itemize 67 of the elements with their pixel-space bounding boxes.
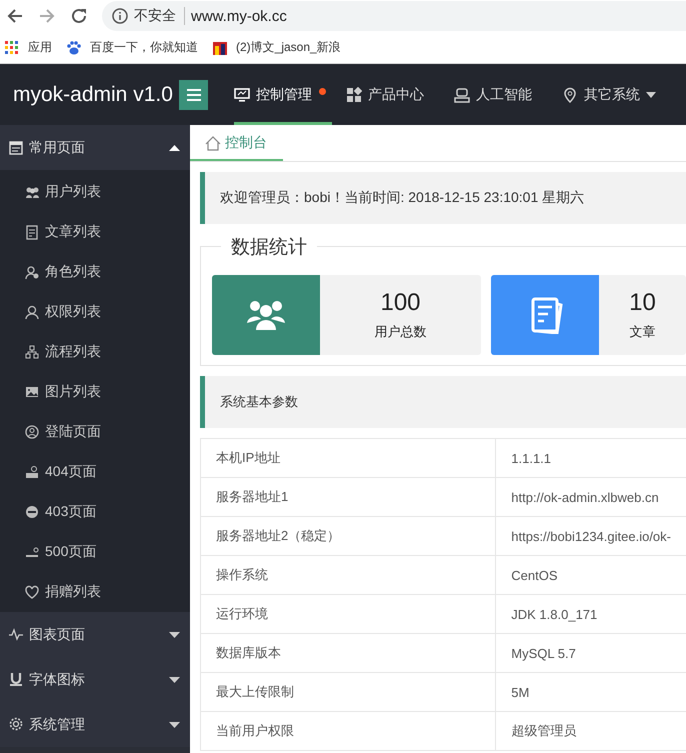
- table-cell: 服务器地址2（稳定）: [200, 516, 496, 556]
- heart-icon: [25, 584, 39, 600]
- stat-label: 用户总数: [374, 323, 426, 341]
- nav-tab[interactable]: 人工智能: [454, 64, 548, 125]
- table-cell: 数据库版本: [200, 634, 496, 672]
- sidebar-group-header[interactable]: 常用页面: [0, 125, 190, 170]
- sidebar-item[interactable]: 登陆页面: [0, 412, 190, 452]
- bookmark[interactable]: 百度一下，你就知道: [66, 39, 198, 56]
- page-tab[interactable]: 控制台: [190, 125, 283, 161]
- bookmark[interactable]: 应用: [4, 39, 52, 56]
- menu-button[interactable]: [179, 80, 208, 110]
- stat-value: 100: [380, 289, 421, 317]
- calendar-icon: [9, 140, 23, 155]
- location-pin-icon: [562, 86, 578, 102]
- nav-tab[interactable]: 其它系统: [562, 64, 672, 125]
- table-cell: 当前用户权限: [200, 712, 496, 750]
- apps-grid-icon: [4, 40, 20, 56]
- sidebar-group-header[interactable]: 图表页面: [0, 612, 190, 657]
- url-text: www.my-ok.cc: [191, 8, 287, 24]
- sidebar-item[interactable]: 403页面: [0, 492, 190, 532]
- table-cell: 1.1.1.1: [496, 438, 686, 478]
- monitor-icon: [234, 86, 250, 102]
- sidebar-item[interactable]: 500页面: [0, 532, 190, 572]
- info-icon: [112, 8, 128, 24]
- sidebar-item[interactable]: 文章列表: [0, 212, 190, 252]
- section-title: 系统基本参数: [200, 376, 686, 428]
- back-icon[interactable]: [6, 7, 24, 25]
- sidebar-item[interactable]: 权限列表: [0, 292, 190, 332]
- site-icon: [212, 40, 228, 56]
- hierarchy-icon: [25, 344, 39, 360]
- user-circle-icon: [25, 424, 39, 440]
- sidebar-group-header[interactable]: 系统管理: [0, 702, 190, 747]
- reload-icon[interactable]: [70, 7, 88, 25]
- menu-icon: [186, 88, 201, 100]
- stat-label: 文章: [630, 323, 656, 341]
- table-cell: 运行环境: [200, 594, 496, 634]
- sidebar-group-header[interactable]: 字体图标: [0, 657, 190, 702]
- address-bar[interactable]: 不安全 www.my-ok.cc: [102, 1, 686, 31]
- tiles-icon: [346, 86, 362, 102]
- table-cell: 最大上传限制: [200, 672, 496, 712]
- sidebar-item[interactable]: 角色列表: [0, 252, 190, 292]
- stat-value: 10: [629, 289, 656, 317]
- logo-text: myok-admin v1.0: [12, 82, 174, 106]
- home-icon: [205, 136, 221, 150]
- sidebar-item[interactable]: 流程列表: [0, 332, 190, 372]
- robot-icon: [454, 86, 470, 102]
- user-badge-icon: [25, 264, 39, 280]
- welcome-message: 欢迎管理员：bobi！当前时间: 2018-12-15 23:10:01 星期六: [200, 172, 686, 224]
- sidebar-item[interactable]: 捐赠列表: [0, 572, 190, 612]
- paw-icon: [66, 40, 82, 56]
- gear-icon: [9, 717, 23, 732]
- users-icon: [25, 184, 39, 200]
- security-label: 不安全: [134, 7, 185, 25]
- underline-icon: [9, 672, 23, 687]
- pulse-icon: [9, 627, 23, 642]
- sidebar-item[interactable]: 用户列表: [0, 172, 190, 212]
- nav-tab[interactable]: 控制管理: [234, 64, 332, 125]
- sidebar-item[interactable]: 图片列表: [0, 372, 190, 412]
- table-cell: 服务器地址1: [200, 478, 496, 516]
- table-cell: 操作系统: [200, 556, 496, 594]
- document-icon: [25, 224, 39, 240]
- table-cell: 本机IP地址: [200, 438, 496, 478]
- user-outline-icon: [25, 304, 39, 320]
- image-icon: [25, 384, 39, 400]
- nav-tab[interactable]: 产品中心: [346, 64, 440, 125]
- sidebar-item[interactable]: 404页面: [0, 452, 190, 492]
- bookmark[interactable]: (2)博文_jason_新浪: [212, 39, 341, 56]
